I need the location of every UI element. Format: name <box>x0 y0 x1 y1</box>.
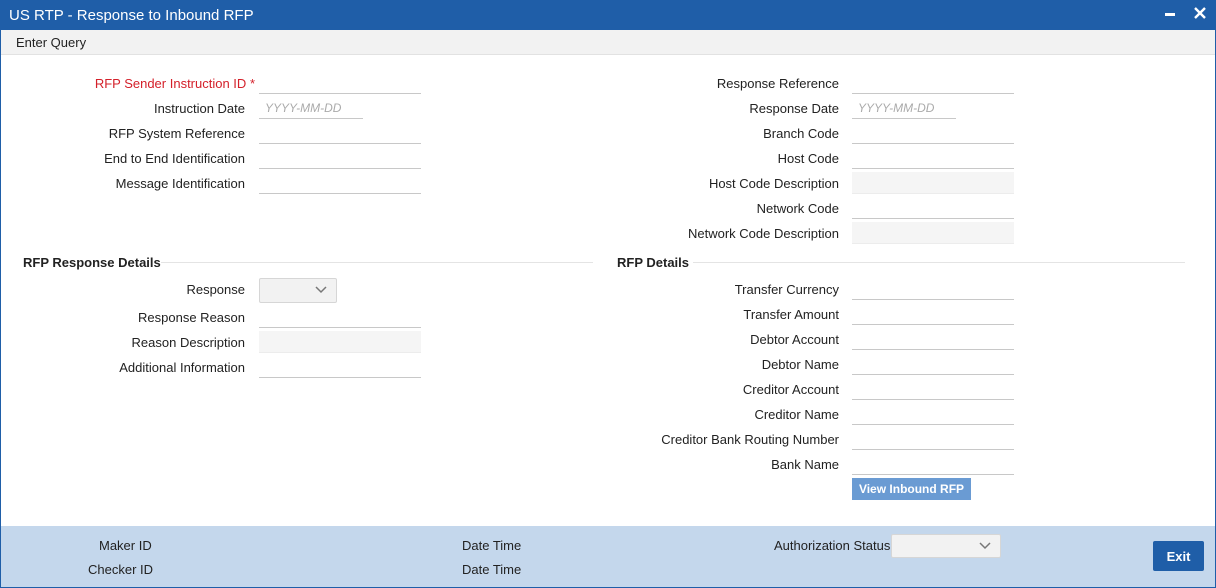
creditor-name-label: Creditor Name <box>754 407 839 422</box>
rfp-sender-instruction-id-label: RFP Sender Instruction ID * <box>95 76 255 91</box>
maker-id-label: Maker ID <box>99 538 152 553</box>
response-select[interactable] <box>259 278 337 303</box>
transfer-amount-label: Transfer Amount <box>743 307 839 322</box>
rfp-sender-instruction-id-input[interactable] <box>259 72 421 94</box>
minimize-icon[interactable] <box>1159 4 1181 26</box>
message-identification-input[interactable] <box>259 172 421 194</box>
network-code-input[interactable] <box>852 197 1014 219</box>
reason-description-label: Reason Description <box>131 335 245 350</box>
creditor-bank-routing-number-label: Creditor Bank Routing Number <box>661 432 839 447</box>
close-icon[interactable] <box>1189 4 1211 26</box>
response-reason-label: Response Reason <box>138 310 245 325</box>
checker-date-time-label: Date Time <box>462 562 522 577</box>
rfp-system-reference-label: RFP System Reference <box>108 126 245 141</box>
debtor-account-input[interactable] <box>852 328 1014 350</box>
footer-bar: Maker ID Checker ID Date Time Date Time … <box>1 526 1215 587</box>
host-code-input[interactable] <box>852 147 1014 169</box>
rfp-details-title: RFP Details <box>617 255 690 270</box>
rfp-system-reference-input[interactable] <box>259 122 421 144</box>
instruction-date-label: Instruction Date <box>153 101 245 116</box>
app-window: US RTP - Response to Inbound RFP Enter Q… <box>0 0 1216 588</box>
section-divider <box>693 262 1185 263</box>
section-divider <box>161 262 593 263</box>
creditor-bank-routing-number-input[interactable] <box>852 428 1014 450</box>
transfer-currency-input[interactable] <box>852 278 1014 300</box>
window-title: US RTP - Response to Inbound RFP <box>9 7 254 24</box>
title-bar: US RTP - Response to Inbound RFP <box>1 1 1215 30</box>
debtor-name-label: Debtor Name <box>761 357 839 372</box>
host-code-description-label: Host Code Description <box>708 176 839 191</box>
network-code-description-label: Network Code Description <box>687 226 839 241</box>
rfp-sender-instruction-id-label-text: RFP Sender Instruction ID <box>94 76 247 91</box>
response-date-label: Response Date <box>749 101 839 116</box>
creditor-account-input[interactable] <box>852 378 1014 400</box>
creditor-account-label: Creditor Account <box>742 382 839 397</box>
required-mark: * <box>249 76 255 91</box>
checker-id-label: Checker ID <box>88 562 154 577</box>
bank-name-label: Bank Name <box>771 457 839 472</box>
response-label: Response <box>186 282 245 297</box>
authorization-status-select[interactable] <box>891 534 1001 558</box>
exit-button[interactable]: Exit <box>1153 541 1204 571</box>
instruction-date-input[interactable] <box>259 97 363 119</box>
response-date-input[interactable] <box>852 97 956 119</box>
end-to-end-identification-input[interactable] <box>259 147 421 169</box>
host-code-label: Host Code <box>777 151 839 166</box>
menu-bar: Enter Query <box>1 30 1215 55</box>
branch-code-label: Branch Code <box>763 126 839 141</box>
chevron-down-icon <box>979 542 991 550</box>
network-code-description-field <box>852 222 1014 244</box>
branch-code-input[interactable] <box>852 122 1014 144</box>
transfer-currency-label: Transfer Currency <box>734 282 839 297</box>
additional-information-label: Additional Information <box>119 360 245 375</box>
end-to-end-identification-label: End to End Identification <box>104 151 245 166</box>
response-reference-label: Response Reference <box>716 76 839 91</box>
additional-information-input[interactable] <box>259 356 421 378</box>
reason-description-field <box>259 331 421 353</box>
response-reference-input[interactable] <box>852 72 1014 94</box>
enter-query-menu[interactable]: Enter Query <box>16 35 86 50</box>
rfp-response-details-title: RFP Response Details <box>23 255 161 270</box>
chevron-down-icon <box>315 286 327 294</box>
debtor-name-input[interactable] <box>852 353 1014 375</box>
message-identification-label: Message Identification <box>115 176 245 191</box>
response-reason-input[interactable] <box>259 306 421 328</box>
maker-date-time-label: Date Time <box>462 538 522 553</box>
network-code-label: Network Code <box>756 201 839 216</box>
host-code-description-field <box>852 172 1014 194</box>
view-inbound-rfp-button[interactable]: View Inbound RFP <box>852 478 971 500</box>
authorization-status-label: Authorization Status <box>774 538 891 553</box>
debtor-account-label: Debtor Account <box>750 332 839 347</box>
bank-name-input[interactable] <box>852 453 1014 475</box>
transfer-amount-input[interactable] <box>852 303 1014 325</box>
creditor-name-input[interactable] <box>852 403 1014 425</box>
